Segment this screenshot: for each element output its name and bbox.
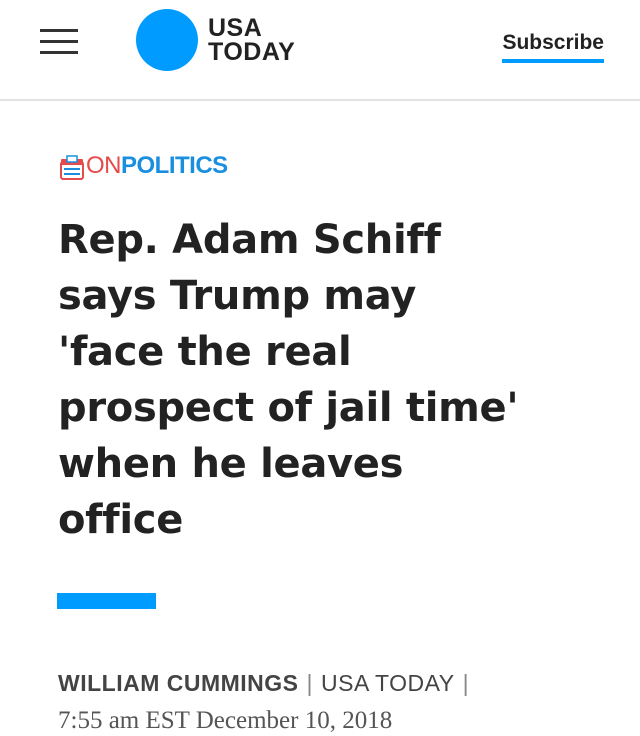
headline-line: prospect of jail time' (58, 385, 519, 431)
logo-circle-icon (136, 9, 198, 71)
byline: WILLIAM CUMMINGS | USA TODAY | (58, 670, 477, 697)
headline-line: 'face the real (58, 329, 352, 375)
hamburger-menu-icon[interactable] (40, 25, 78, 59)
section-prefix: ON (86, 152, 122, 179)
headline-line: office (58, 497, 184, 543)
byline-separator: | (306, 670, 313, 696)
logo-wordmark: USA TODAY (208, 14, 296, 66)
publish-timestamp: 7:55 am EST December 10, 2018 (58, 707, 393, 734)
headline-line: when he leaves (58, 441, 404, 487)
logo-line-2: TODAY (208, 38, 296, 66)
headline-accent-bar (57, 593, 156, 609)
subscribe-link[interactable]: Subscribe (502, 31, 604, 63)
headline-line: Rep. Adam Schiff (58, 217, 441, 263)
section-name: ONPOLITICS (86, 152, 228, 180)
menu-bar (40, 51, 78, 54)
menu-bar (40, 40, 78, 43)
section-title: POLITICS (121, 152, 228, 179)
byline-outlet: USA TODAY (321, 670, 455, 696)
headline-line: says Trump may (58, 273, 417, 319)
article-headline: Rep. Adam Schiff says Trump may 'face th… (58, 212, 598, 548)
author-name[interactable]: WILLIAM CUMMINGS (58, 670, 299, 696)
byline-separator: | (462, 670, 470, 696)
logo-line-1: USA (208, 14, 263, 42)
ballot-box-icon (60, 155, 84, 180)
site-header: USA TODAY Subscribe (0, 0, 640, 101)
menu-bar (40, 29, 78, 32)
